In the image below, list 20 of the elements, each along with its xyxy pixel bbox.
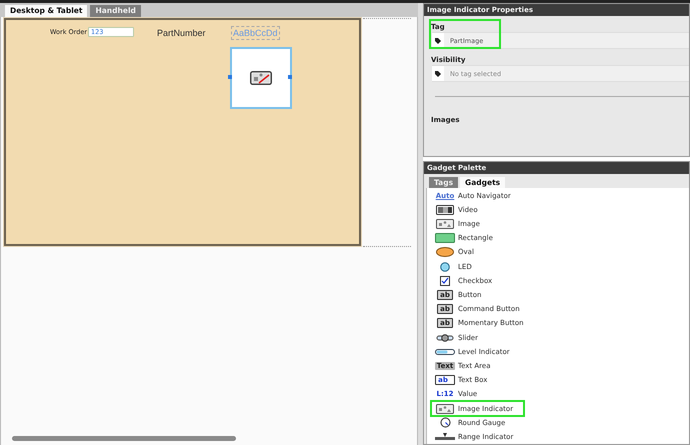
gauge-icon: [440, 417, 450, 428]
tag-icon: [435, 38, 441, 44]
tag-icon: [435, 70, 441, 76]
scrollbar-thumb[interactable]: [12, 436, 236, 440]
level-icon: [435, 348, 455, 355]
resize-handle[interactable]: [288, 75, 292, 79]
part-number-label: PartNumber: [157, 28, 206, 38]
text-sample: AaBbCcDd: [231, 26, 280, 40]
led-icon: [440, 262, 450, 272]
video-icon: [436, 204, 454, 215]
rectangle-icon: [435, 233, 455, 244]
range-icon: [435, 432, 455, 441]
resize-handle[interactable]: [228, 75, 232, 79]
broken-image-icon: [250, 71, 272, 85]
slider-icon: [436, 334, 454, 342]
image-icon: [436, 219, 454, 230]
checkbox-icon: [440, 276, 450, 286]
image-icon: [436, 404, 454, 414]
oval-icon: [436, 247, 454, 258]
image-indicator[interactable]: [230, 47, 292, 109]
